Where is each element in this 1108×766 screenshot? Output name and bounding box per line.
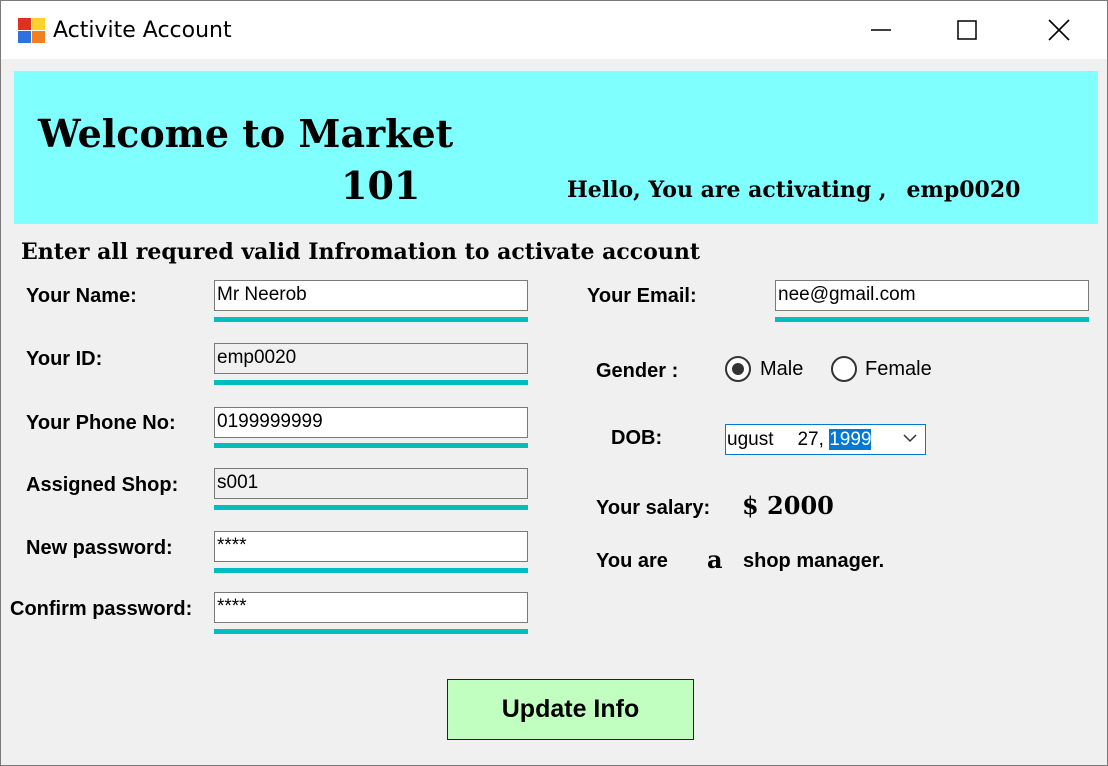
dob-year-selected[interactable]: 1999 xyxy=(829,429,872,450)
name-label: Your Name: xyxy=(26,285,137,307)
name-underline xyxy=(214,317,528,322)
gender-male-label[interactable]: Male xyxy=(760,358,803,381)
app-icon xyxy=(18,18,46,44)
id-label: Your ID: xyxy=(26,348,103,370)
shop-underline xyxy=(214,505,528,510)
radio-selected-dot xyxy=(732,363,744,375)
gender-female-radio[interactable] xyxy=(831,356,857,382)
dob-month: ugust xyxy=(727,429,774,450)
new-password-input[interactable]: **** xyxy=(214,531,528,562)
id-underline xyxy=(214,380,528,385)
confirm-password-label: Confirm password: xyxy=(10,598,193,620)
minimize-button[interactable] xyxy=(835,1,927,59)
salary-value: $ 2000 xyxy=(742,491,834,520)
close-button[interactable] xyxy=(1013,1,1105,59)
dob-day: 27, xyxy=(797,429,824,450)
phone-underline xyxy=(214,443,528,448)
dob-text: ugust 27, 1999 xyxy=(727,429,872,451)
activating-employee-id: emp0020 xyxy=(906,177,1021,203)
confirm-password-input[interactable]: **** xyxy=(214,592,528,623)
gender-label: Gender : xyxy=(596,360,679,382)
welcome-title: Welcome to Market xyxy=(38,111,454,156)
email-input[interactable]: nee@gmail.com xyxy=(775,280,1089,311)
close-icon xyxy=(1048,19,1070,41)
role-prefix: You are xyxy=(596,550,668,572)
gender-male-radio[interactable] xyxy=(725,356,751,382)
shop-label: Assigned Shop: xyxy=(26,474,179,496)
email-label: Your Email: xyxy=(587,285,697,307)
new-password-label: New password: xyxy=(26,537,173,559)
minimize-icon xyxy=(871,29,891,31)
dob-datepicker[interactable]: ugust 27, 1999 xyxy=(725,424,926,455)
chevron-down-icon[interactable] xyxy=(903,433,917,443)
role-title: shop manager. xyxy=(743,550,885,572)
instructions-heading: Enter all requred valid Infromation to a… xyxy=(21,239,700,265)
market-number: 101 xyxy=(341,163,421,208)
window-title: Activite Account xyxy=(53,18,232,43)
salary-label: Your salary: xyxy=(596,497,711,519)
activating-message: Hello, You are activating , emp0020 xyxy=(567,177,1020,203)
gender-female-label[interactable]: Female xyxy=(865,358,932,381)
title-bar[interactable]: Activite Account xyxy=(1,1,1107,59)
role-article: a xyxy=(707,545,723,574)
email-underline xyxy=(775,317,1089,322)
update-info-button[interactable]: Update Info xyxy=(447,679,694,740)
hello-text: Hello, You are activating , xyxy=(567,177,887,203)
maximize-button[interactable] xyxy=(921,1,1013,59)
welcome-banner: Welcome to Market 101 Hello, You are act… xyxy=(14,71,1098,224)
confirm-password-underline xyxy=(214,629,528,634)
activate-account-window: Activite Account Welcome to Market 101 H… xyxy=(0,0,1108,766)
maximize-icon xyxy=(957,20,977,40)
new-password-underline xyxy=(214,568,528,573)
phone-label: Your Phone No: xyxy=(26,412,176,434)
shop-input[interactable]: s001 xyxy=(214,468,528,499)
dob-label: DOB: xyxy=(611,427,663,449)
id-input[interactable]: emp0020 xyxy=(214,343,528,374)
name-input[interactable]: Mr Neerob xyxy=(214,280,528,311)
phone-input[interactable]: 0199999999 xyxy=(214,407,528,438)
